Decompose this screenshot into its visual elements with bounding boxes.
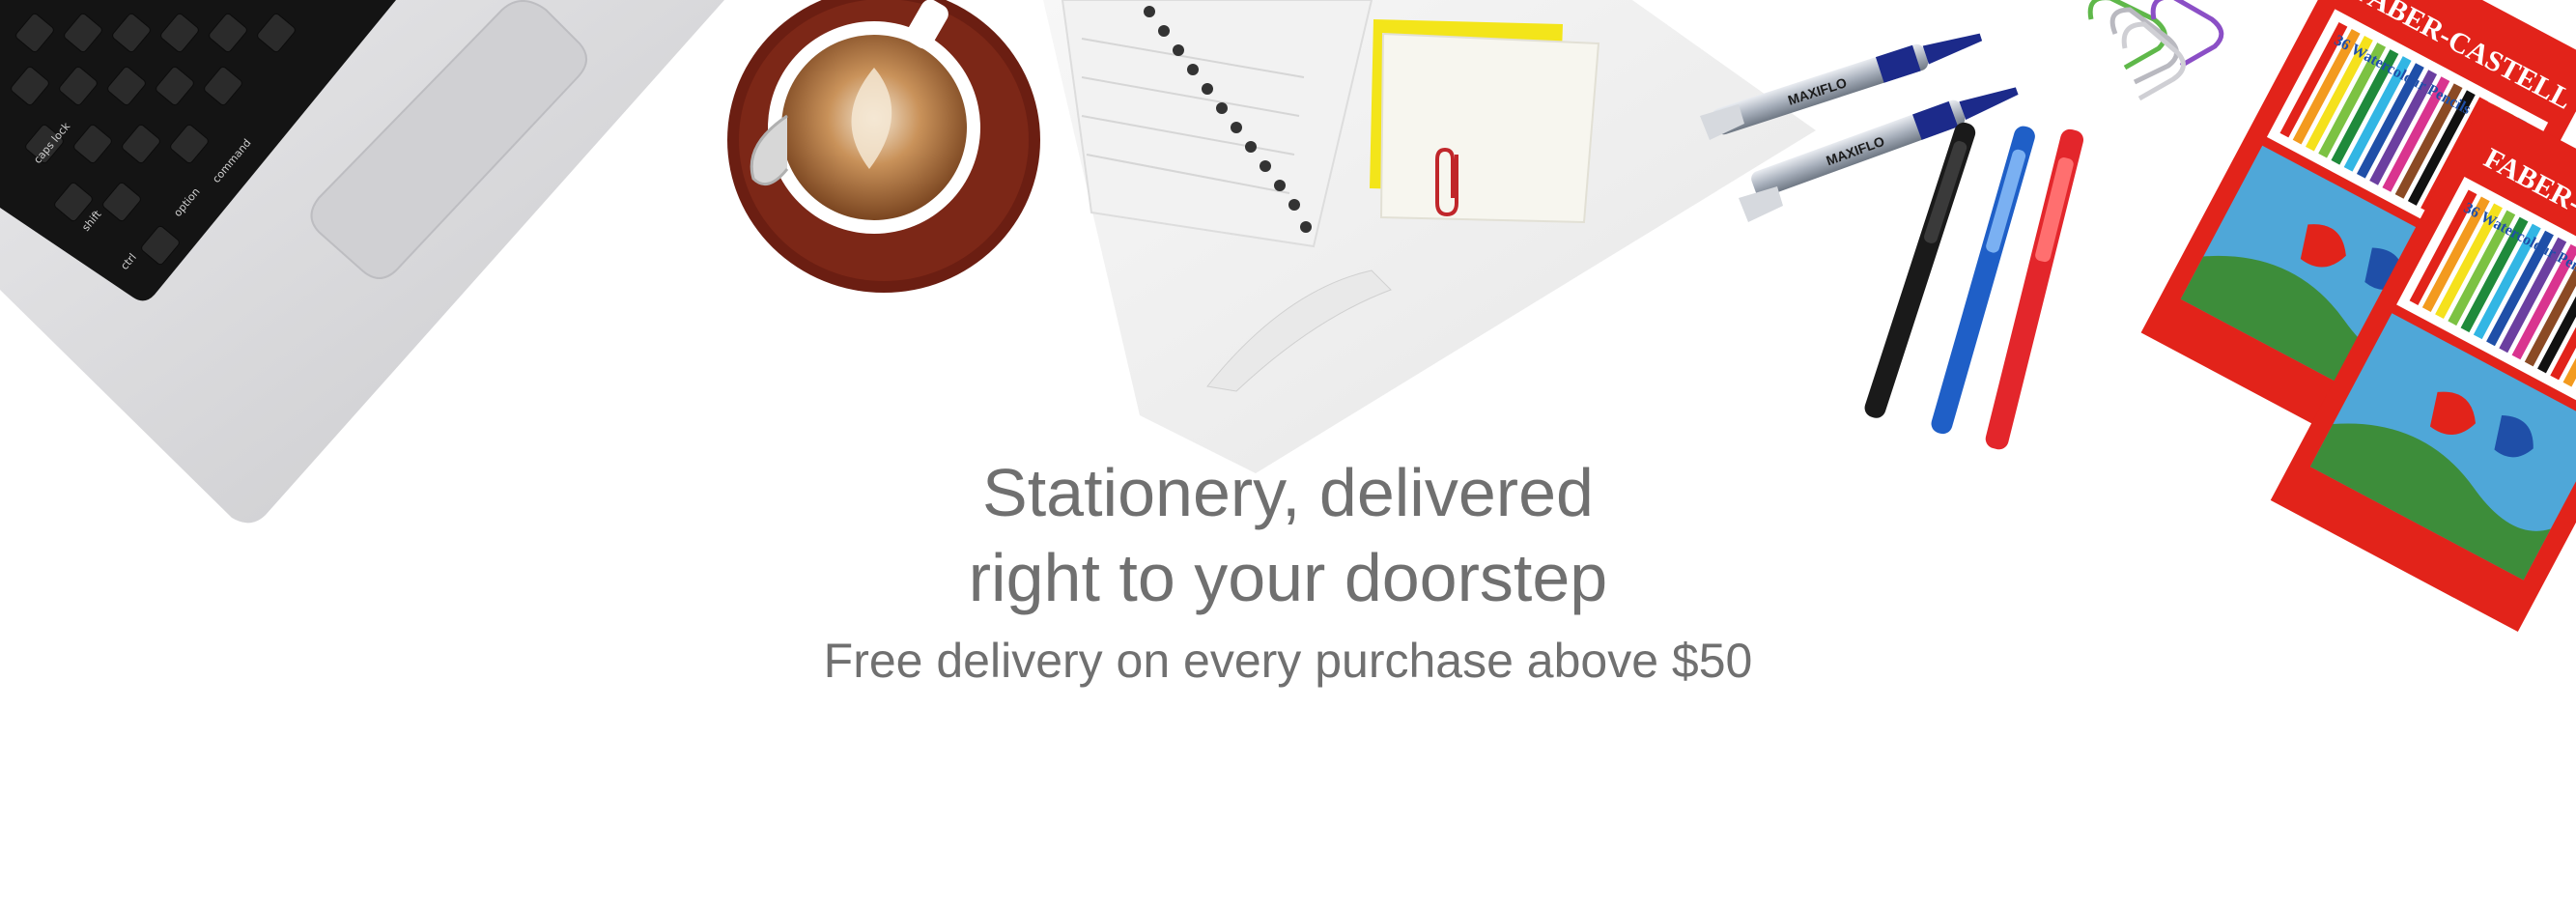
hero-subheadline: Free delivery on every purchase above $5… [823, 634, 1753, 688]
marker-icon: MAXIFLO MAXIFLO [1700, 33, 2019, 222]
pen-icon [1864, 122, 2084, 450]
hero-headline-line1: Stationery, delivered [982, 455, 1594, 530]
sticky-note-icon [1370, 19, 1600, 224]
hero-banner: caps lock shift ctrl option command MAXI… [0, 0, 2576, 907]
hero-headline-line2: right to your doorstep [968, 540, 1608, 615]
laptop-icon: caps lock shift ctrl option command [0, 0, 724, 524]
coffee-cup-icon [727, 0, 1040, 293]
paper-clip-icon [2087, 0, 2224, 101]
